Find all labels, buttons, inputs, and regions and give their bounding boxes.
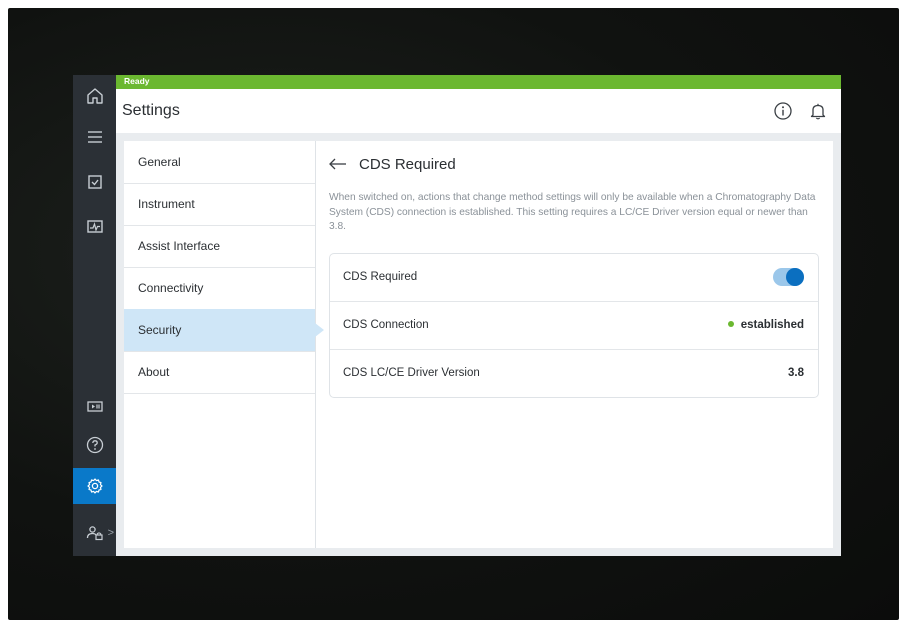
notifications-button[interactable] xyxy=(807,100,829,122)
nav-item-label: General xyxy=(138,155,181,169)
row-label: CDS Required xyxy=(343,271,418,283)
home-icon xyxy=(86,88,103,104)
nav-item-label: Instrument xyxy=(138,197,195,211)
nav-item-label: Assist Interface xyxy=(138,239,221,253)
row-cds-required: CDS Required xyxy=(330,254,818,302)
chevron-right-icon: > xyxy=(107,527,114,539)
connection-status: established xyxy=(727,319,804,331)
settings-card: CDS Required CDS Connection established … xyxy=(329,253,819,398)
list-icon xyxy=(87,131,102,143)
status-text: Ready xyxy=(124,76,150,86)
rail-user[interactable]: > xyxy=(73,515,116,551)
nav-item-connectivity[interactable]: Connectivity xyxy=(124,267,315,310)
page-title: Settings xyxy=(122,102,180,119)
info-icon xyxy=(774,102,792,120)
detail-description: When switched on, actions that change me… xyxy=(329,192,816,232)
row-driver-version: CDS LC/CE Driver Version 3.8 xyxy=(330,350,818,397)
rail-help[interactable] xyxy=(73,427,116,463)
driver-version-value: 3.8 xyxy=(788,367,804,379)
gear-icon xyxy=(86,478,103,494)
rail-monitor[interactable] xyxy=(73,209,116,245)
arrow-left-icon xyxy=(329,158,346,170)
settings-nav: General Instrument Assist Interface Conn… xyxy=(124,141,324,548)
detail-title: CDS Required xyxy=(359,156,456,173)
row-label: CDS Connection xyxy=(343,319,429,331)
play-pause-icon xyxy=(86,401,103,412)
nav-item-about[interactable]: About xyxy=(124,351,315,394)
nav-item-label: Connectivity xyxy=(138,281,204,295)
info-button[interactable] xyxy=(772,100,794,122)
nav-rail: > xyxy=(73,75,116,556)
status-dot xyxy=(727,321,734,327)
cds-required-toggle[interactable] xyxy=(773,268,804,286)
checkbox-icon xyxy=(87,175,102,189)
status-bar: Ready xyxy=(116,75,841,89)
device-screen: > Ready Settings General Instrument Assi… xyxy=(73,75,841,556)
toggle-knob xyxy=(786,268,804,286)
row-label: CDS LC/CE Driver Version xyxy=(343,367,480,379)
help-icon xyxy=(86,436,103,454)
connection-status-text: established xyxy=(740,319,804,331)
user-lock-icon xyxy=(86,526,103,541)
rail-home[interactable] xyxy=(73,78,116,114)
nav-item-general[interactable]: General xyxy=(124,141,315,184)
nav-item-instrument[interactable]: Instrument xyxy=(124,183,315,226)
rail-list[interactable] xyxy=(73,119,116,155)
monitor-icon xyxy=(86,220,103,233)
page-header: Settings xyxy=(116,89,841,133)
nav-item-label: About xyxy=(138,365,170,379)
nav-item-security[interactable]: Security xyxy=(124,309,324,352)
rail-settings[interactable] xyxy=(73,468,116,504)
rail-tasks[interactable] xyxy=(73,164,116,200)
back-button[interactable] xyxy=(328,154,350,174)
bell-icon xyxy=(810,103,826,120)
nav-item-label: Security xyxy=(138,323,182,337)
nav-item-assist-interface[interactable]: Assist Interface xyxy=(124,225,315,268)
settings-detail: CDS Required When switched on, actions t… xyxy=(316,141,833,548)
rail-run-control[interactable] xyxy=(73,388,116,424)
row-cds-connection: CDS Connection established xyxy=(330,302,818,350)
settings-panel: General Instrument Assist Interface Conn… xyxy=(124,141,833,548)
